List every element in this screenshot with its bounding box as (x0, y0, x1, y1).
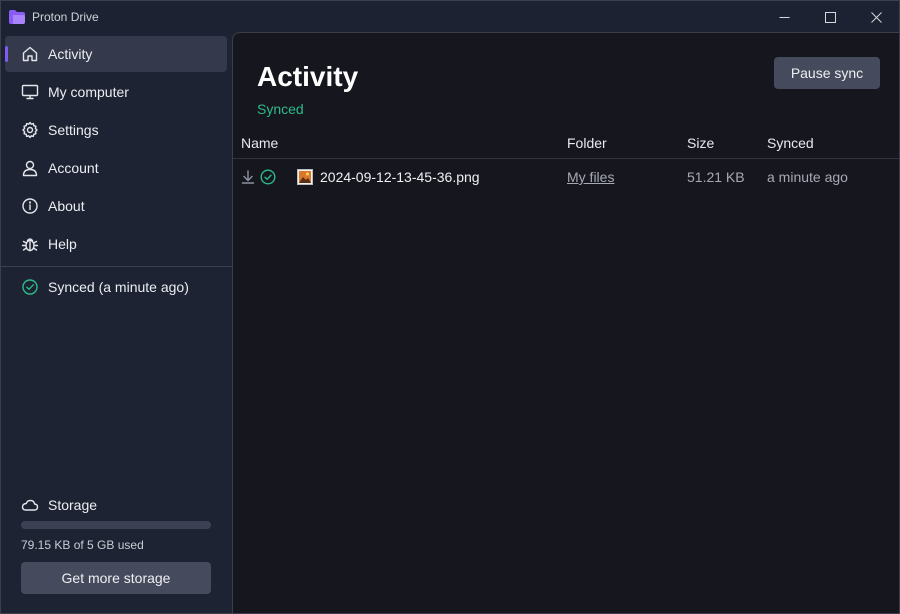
table-row[interactable]: 2024-09-12-13-45-36.png My files 51.21 K… (233, 160, 899, 194)
info-icon (20, 196, 40, 216)
maximize-icon (824, 11, 836, 23)
minimize-button[interactable] (761, 1, 807, 33)
close-button[interactable] (853, 1, 899, 33)
column-header-name[interactable]: Name (241, 127, 278, 159)
sidebar-item-about[interactable]: About (5, 188, 227, 224)
user-icon (20, 158, 40, 178)
bug-icon (20, 234, 40, 254)
file-name: 2024-09-12-13-45-36.png (320, 169, 480, 185)
sidebar-item-label: My computer (48, 84, 129, 100)
sidebar-divider (1, 266, 232, 267)
monitor-icon (20, 82, 40, 102)
cloud-icon (20, 495, 40, 515)
file-size: 51.21 KB (687, 169, 745, 185)
window-controls (761, 1, 899, 33)
storage-section: Storage (5, 487, 227, 523)
sync-status-text: Synced (a minute ago) (48, 279, 189, 295)
sidebar-item-label: Account (48, 160, 99, 176)
app-window: Proton Drive Activity My computer Settin… (0, 0, 900, 614)
sidebar-item-label: About (48, 198, 85, 214)
row-status-icons (240, 160, 276, 194)
sidebar-item-label: Help (48, 236, 77, 252)
storage-progress-bar (21, 521, 211, 529)
column-header-size[interactable]: Size (687, 127, 714, 159)
download-icon (241, 170, 255, 184)
folder-link[interactable]: My files (567, 160, 614, 194)
activity-table-header: Name Folder Size Synced (233, 127, 899, 159)
sidebar-item-help[interactable]: Help (5, 226, 227, 262)
minimize-icon (779, 16, 789, 18)
close-icon (870, 11, 882, 23)
sidebar-item-label: Activity (48, 46, 93, 62)
main-panel: Activity Synced Pause sync Name Folder S… (232, 32, 899, 613)
storage-label: Storage (48, 497, 98, 513)
check-circle-icon (20, 277, 40, 297)
image-file-icon (297, 169, 313, 185)
maximize-button[interactable] (807, 1, 853, 33)
column-header-folder[interactable]: Folder (567, 127, 607, 159)
get-more-storage-button[interactable]: Get more storage (21, 562, 211, 594)
sidebar-item-my-computer[interactable]: My computer (5, 74, 227, 110)
sidebar-item-account[interactable]: Account (5, 150, 227, 186)
sidebar-item-label: Settings (48, 122, 99, 138)
check-circle-icon (260, 169, 276, 185)
column-header-synced[interactable]: Synced (767, 127, 814, 159)
home-icon (20, 44, 40, 64)
sidebar-item-activity[interactable]: Activity (5, 36, 227, 72)
window-title: Proton Drive (32, 10, 99, 24)
storage-used-text: 79.15 KB of 5 GB used (21, 538, 144, 552)
synced-time: a minute ago (767, 169, 848, 185)
sync-status: Synced (a minute ago) (5, 269, 227, 305)
title-bar[interactable]: Proton Drive (1, 1, 899, 33)
page-sync-status: Synced (257, 101, 304, 117)
page-title: Activity (257, 61, 359, 92)
gear-icon (20, 120, 40, 140)
pause-sync-button[interactable]: Pause sync (774, 57, 880, 89)
proton-drive-logo-icon (9, 10, 25, 24)
sidebar: Activity My computer Settings Account Ab… (1, 33, 232, 613)
sidebar-item-settings[interactable]: Settings (5, 112, 227, 148)
